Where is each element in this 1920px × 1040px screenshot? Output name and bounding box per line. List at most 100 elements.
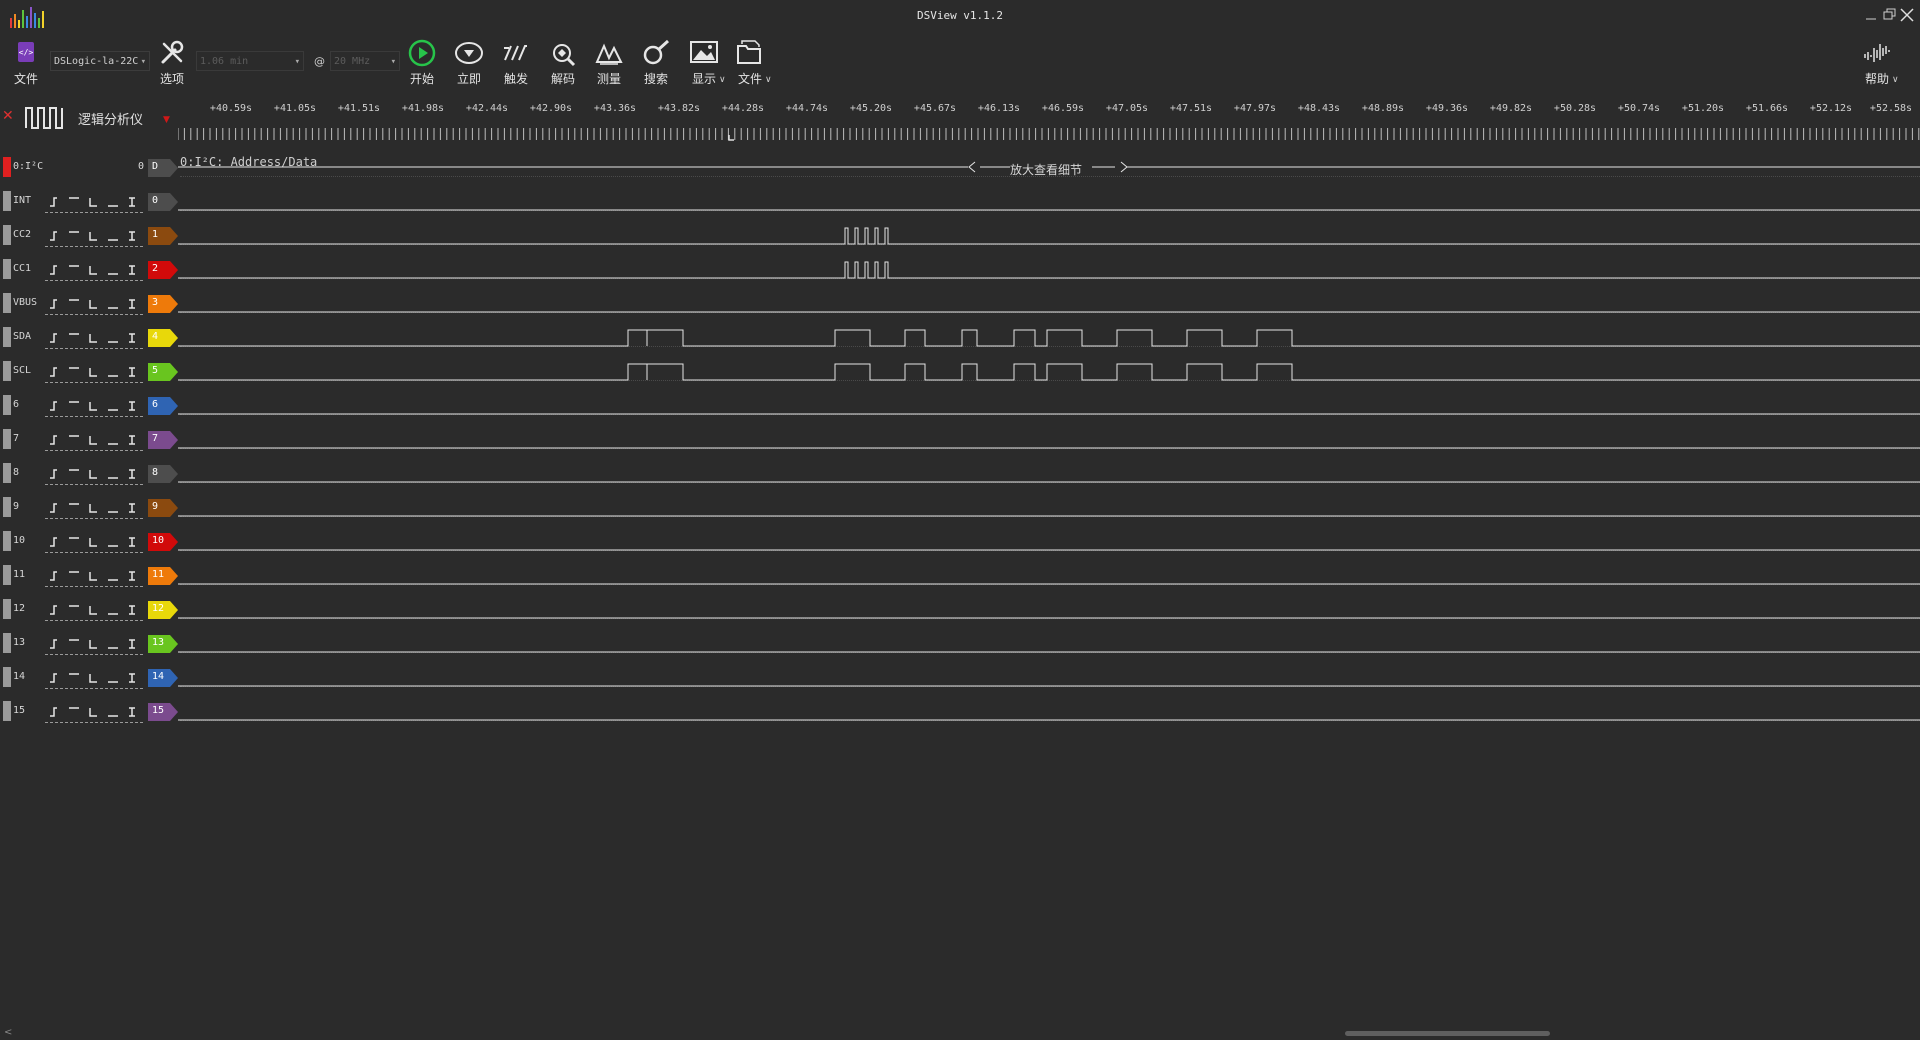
channel-row: CC2 1: [0, 218, 1920, 252]
row-separator: [180, 550, 1920, 551]
channel-marker[interactable]: [3, 327, 11, 347]
row-separator: [180, 244, 1920, 245]
device-select[interactable]: DSLogic-la-22C ▾: [50, 51, 150, 71]
trigger-options-icon[interactable]: [45, 328, 143, 349]
channel-name[interactable]: 15: [13, 705, 25, 716]
trigger-options-icon[interactable]: [45, 498, 143, 519]
channel-marker[interactable]: [3, 497, 11, 517]
channel-number: 5: [152, 365, 159, 376]
channel-name[interactable]: 6: [13, 399, 19, 410]
ruler-tick-label: +50.74s: [1617, 103, 1661, 114]
channel-number: 0: [152, 195, 159, 206]
trigger-options-icon[interactable]: [45, 294, 143, 315]
channel-marker[interactable]: [3, 429, 11, 449]
trigger-options-icon[interactable]: [45, 532, 143, 553]
channel-marker[interactable]: [3, 633, 11, 653]
channel-marker[interactable]: [3, 667, 11, 687]
options-button[interactable]: 选项: [150, 38, 194, 87]
trigger-options-icon[interactable]: [45, 226, 143, 247]
minimize-button[interactable]: [1862, 6, 1880, 24]
channel-name[interactable]: VBUS: [13, 297, 37, 308]
channel-name[interactable]: SCL: [13, 365, 31, 376]
ruler-ticks: [178, 128, 1920, 140]
trigger-options-icon[interactable]: [45, 464, 143, 485]
horizontal-scrollbar[interactable]: [1345, 1031, 1550, 1036]
channel-name[interactable]: INT: [13, 195, 31, 206]
trigger-options-icon[interactable]: [45, 362, 143, 383]
trigger-button[interactable]: 触发: [494, 38, 538, 87]
channel-name[interactable]: 13: [13, 637, 25, 648]
ruler-tick-label: +41.98s: [401, 103, 445, 114]
channel-name[interactable]: 7: [13, 433, 19, 444]
instant-button[interactable]: 立即: [447, 38, 491, 87]
row-separator: [180, 312, 1920, 313]
restore-button[interactable]: [1880, 6, 1898, 24]
ruler-tick-label: +47.97s: [1233, 103, 1277, 114]
channel-row: 15 15: [0, 694, 1920, 728]
ruler-cursor-marker-icon[interactable]: [728, 134, 736, 142]
help-waveform-icon: [1864, 44, 1890, 62]
channel-name[interactable]: 12: [13, 603, 25, 614]
channel-marker[interactable]: [3, 395, 11, 415]
channel-number: 15: [152, 705, 165, 716]
channel-name[interactable]: 11: [13, 569, 25, 580]
chevron-down-icon: ▾: [140, 57, 146, 67]
decode-button[interactable]: 解码: [541, 38, 585, 87]
trigger-options-icon[interactable]: [45, 702, 143, 723]
channel-name[interactable]: CC2: [13, 229, 31, 240]
capture-duration-select[interactable]: 1.06 min ▾: [196, 51, 304, 71]
trigger-options-icon[interactable]: [45, 634, 143, 655]
row-separator: [180, 210, 1920, 211]
ruler-tick-label: +52.58s: [1869, 103, 1913, 114]
zoom-hint: 放大查看细节: [1010, 163, 1083, 177]
decoder-trace-label: 0:I²C: Address/Data: [180, 155, 318, 169]
channel-number: 3: [152, 297, 159, 308]
channel-name[interactable]: 8: [13, 467, 19, 478]
row-separator: [180, 414, 1920, 415]
channel-marker[interactable]: [3, 225, 11, 245]
channel-marker[interactable]: [3, 531, 11, 551]
channel-marker[interactable]: [3, 599, 11, 619]
channel-marker[interactable]: [3, 191, 11, 211]
trigger-options-icon[interactable]: [45, 396, 143, 417]
channel-marker[interactable]: [3, 463, 11, 483]
trigger-options-icon[interactable]: [45, 260, 143, 281]
measure-button[interactable]: 测量: [587, 38, 631, 87]
channel-name[interactable]: 10: [13, 535, 25, 546]
start-button[interactable]: 开始: [400, 38, 444, 87]
decoder-row-marker[interactable]: [3, 157, 11, 177]
scroll-left-arrow-icon[interactable]: <: [4, 1027, 12, 1038]
channel-number: 6: [152, 399, 159, 410]
channel-marker[interactable]: [3, 259, 11, 279]
trigger-options-icon[interactable]: [45, 600, 143, 621]
trigger-options-icon[interactable]: [45, 430, 143, 451]
channel-name[interactable]: CC1: [13, 263, 31, 274]
channel-name[interactable]: SDA: [13, 331, 31, 342]
ruler-tick-label: +50.28s: [1553, 103, 1597, 114]
row-separator: [180, 448, 1920, 449]
svg-text:</>: </>: [19, 48, 34, 57]
time-ruler[interactable]: +40.59s +41.05s +41.51s +41.98s +42.44s +42.9…: [0, 100, 1920, 120]
channel-row: 13 13: [0, 626, 1920, 660]
trigger-options-icon[interactable]: [45, 566, 143, 587]
samplerate-select-value: 20 MHz: [334, 56, 371, 67]
chevron-down-icon: ▾: [294, 57, 300, 67]
start-label: 开始: [409, 72, 434, 86]
ruler-tick-label: +49.36s: [1425, 103, 1469, 114]
samplerate-select[interactable]: 20 MHz ▾: [330, 51, 400, 71]
search-button[interactable]: 搜索: [634, 38, 678, 87]
channel-row: 12 12: [0, 592, 1920, 626]
trigger-options-icon[interactable]: [45, 668, 143, 689]
trigger-options-icon[interactable]: [45, 192, 143, 213]
channel-marker[interactable]: [3, 361, 11, 381]
close-window-button[interactable]: [1898, 6, 1916, 24]
file-menu-button[interactable]: </> 文件: [4, 38, 48, 87]
channel-name[interactable]: 9: [13, 501, 19, 512]
channel-marker[interactable]: [3, 293, 11, 313]
channel-marker[interactable]: [3, 565, 11, 585]
channel-marker[interactable]: [3, 701, 11, 721]
decoder-row: 0:I²C 0 D 0:I²C: Address/Data 放大查看细节: [0, 150, 1920, 184]
trigger-icon: [504, 45, 527, 61]
channel-name[interactable]: 14: [13, 671, 25, 682]
file-label: 文件: [13, 72, 38, 86]
